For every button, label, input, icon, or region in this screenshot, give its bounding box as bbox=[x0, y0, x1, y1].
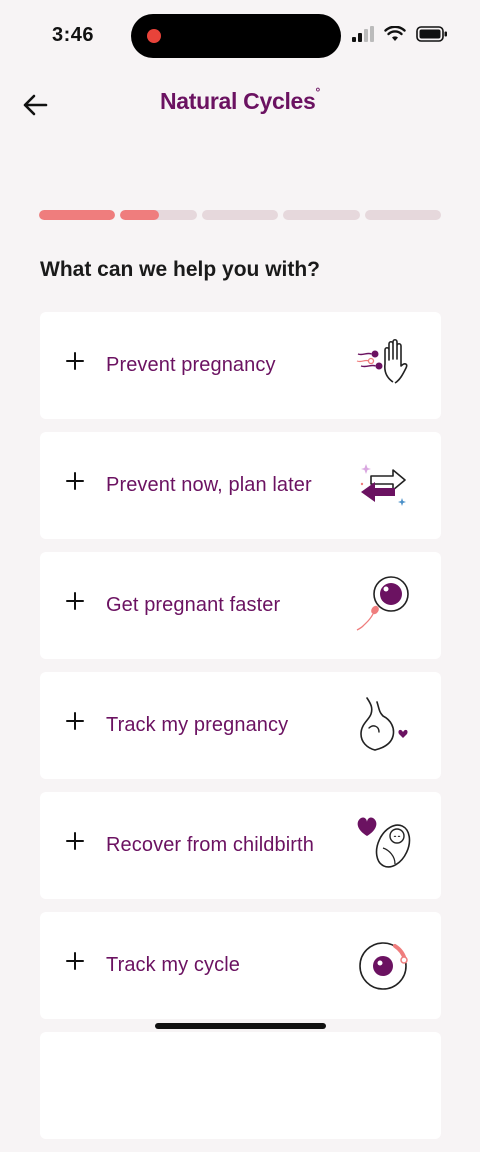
option-label: Prevent pregnancy bbox=[106, 354, 276, 376]
option-label: Prevent now, plan later bbox=[106, 474, 312, 496]
option-get-pregnant-faster[interactable]: Get pregnant faster bbox=[40, 552, 441, 659]
home-indicator bbox=[155, 1023, 326, 1029]
battery-icon bbox=[416, 26, 447, 42]
plus-icon bbox=[66, 592, 84, 610]
progress-segment bbox=[283, 210, 360, 220]
option-label: Track my cycle bbox=[106, 954, 240, 976]
cellular-signal-icon bbox=[352, 26, 374, 42]
onboarding-progress bbox=[39, 210, 442, 220]
logo-mark: ° bbox=[315, 85, 321, 100]
progress-segment bbox=[39, 210, 116, 220]
recording-indicator bbox=[147, 29, 161, 43]
option-label: Get pregnant faster bbox=[106, 594, 281, 616]
dynamic-island bbox=[131, 14, 341, 58]
option-partial[interactable] bbox=[40, 1032, 441, 1139]
option-prevent-now-plan-later[interactable]: Prevent now, plan later bbox=[40, 432, 441, 539]
page-title: What can we help you with? bbox=[40, 258, 321, 281]
logo-text: Natural Cycles bbox=[159, 88, 316, 114]
cycle-ring-icon bbox=[359, 942, 408, 990]
progress-segment-fill bbox=[120, 210, 159, 220]
baby-heart-icon bbox=[357, 817, 411, 868]
option-label: Track my pregnancy bbox=[106, 714, 289, 736]
option-label: Recover from childbirth bbox=[106, 834, 314, 856]
wifi-icon bbox=[384, 26, 406, 41]
progress-segment bbox=[120, 210, 197, 220]
status-time: 3:46 bbox=[52, 24, 95, 46]
option-prevent-pregnancy[interactable]: Prevent pregnancy bbox=[40, 312, 441, 419]
option-track-my-cycle[interactable]: Track my cycle bbox=[40, 912, 441, 1019]
progress-segment bbox=[201, 210, 279, 220]
option-recover-from-childbirth[interactable]: Recover from childbirth bbox=[40, 792, 441, 899]
progress-segment bbox=[364, 210, 442, 220]
switch-arrows-icon bbox=[360, 464, 406, 506]
status-bar: 3:46 bbox=[0, 0, 480, 72]
sperm-hand-icon bbox=[356, 338, 408, 384]
progress-segment-fill bbox=[39, 210, 116, 220]
option-track-my-pregnancy[interactable]: Track my pregnancy bbox=[40, 672, 441, 779]
app-logo: Natural Cycles° bbox=[0, 85, 480, 115]
status-icons bbox=[352, 26, 448, 42]
egg-sperm-icon bbox=[356, 576, 409, 631]
plus-icon bbox=[66, 712, 84, 730]
plus-icon bbox=[66, 472, 84, 490]
plus-icon bbox=[66, 352, 84, 370]
pregnant-belly-icon bbox=[360, 697, 408, 751]
plus-icon bbox=[66, 952, 84, 970]
plus-icon bbox=[66, 832, 84, 850]
